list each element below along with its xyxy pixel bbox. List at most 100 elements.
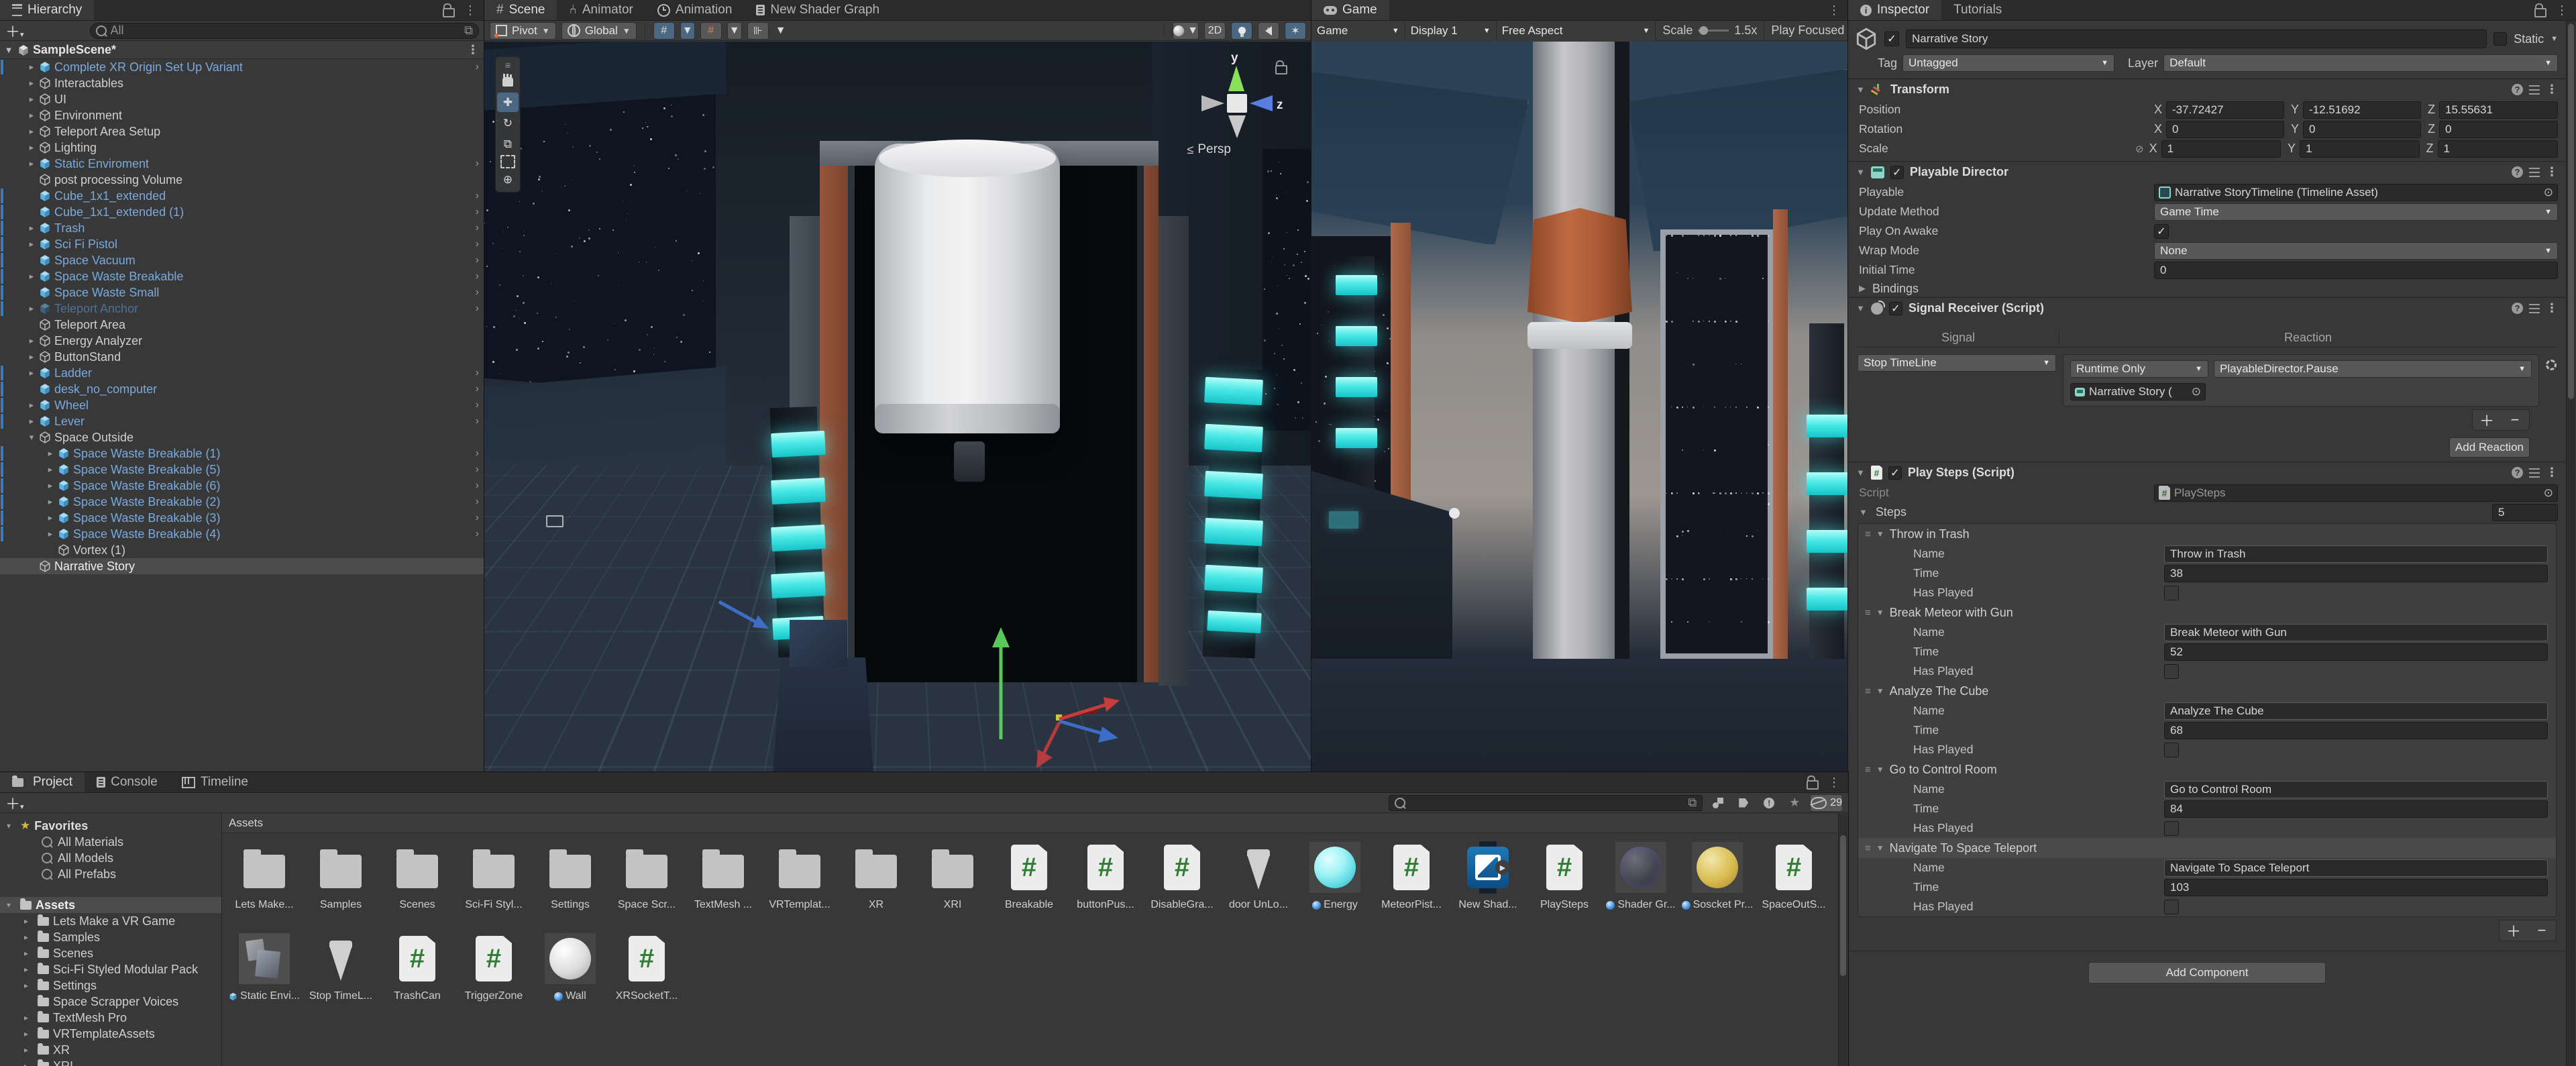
wrap-mode-dropdown[interactable]: None▼ [2154,242,2558,260]
remove-signal-button[interactable]: − [2501,410,2529,430]
prefab-open-chevron[interactable]: › [476,464,479,476]
hierarchy-item[interactable]: ▸ Space Waste Breakable (4) › [0,526,484,542]
asset-tile[interactable]: Settings [532,839,608,911]
signal-dropdown[interactable]: Stop TimeLine▼ [1858,354,2056,372]
hierarchy-item[interactable]: ▸ Interactables [0,75,484,91]
hierarchy-item[interactable]: Space Vacuum › [0,252,484,268]
step-name-field[interactable]: Break Meteor with Gun [2164,624,2548,641]
project-folder[interactable]: ▸XRI [0,1058,221,1066]
asset-tile[interactable]: XR [838,839,914,911]
tab-timeline[interactable]: Timeline [170,772,260,792]
increment-snap-toggle[interactable]: # [700,22,722,40]
prefab-open-chevron[interactable]: › [476,383,479,395]
step-fold-icon[interactable]: ▼ [1876,843,1884,853]
asset-tile[interactable]: #buttonPus... [1067,839,1144,911]
favorites-item[interactable]: All Models [0,850,221,866]
asset-tile[interactable]: Space Scr... [608,839,685,911]
hierarchy-item[interactable]: Narrative Story [0,558,484,574]
step-name-field[interactable]: Go to Control Room [2164,781,2548,798]
gameobject-cube-icon[interactable] [1855,28,1878,50]
kebab-menu-icon[interactable]: ⋮ [464,3,476,17]
inspector-scrollbar[interactable] [2566,21,2575,1066]
hierarchy-item[interactable]: ▸ Complete XR Origin Set Up Variant › [0,59,484,75]
play-steps-enabled-checkbox[interactable]: ✓ [1888,466,1902,480]
active-checkbox[interactable]: ✓ [1884,32,1899,46]
asset-tile[interactable]: Scenes [379,839,455,911]
tab-tutorials[interactable]: Tutorials [1941,0,2014,20]
scale-tool[interactable]: ⧉ [497,134,519,154]
step-time-field[interactable]: 52 [2164,643,2548,661]
prefab-open-chevron[interactable]: › [476,399,479,411]
scene-kebab-icon[interactable]: ⋮ [467,43,479,57]
object-picker-icon[interactable]: ⊙ [2544,186,2553,199]
scene-effects-dropdown[interactable]: ✶ [1285,22,1306,40]
favorites-filter-button[interactable]: ★ [1784,795,1805,811]
search-window-icon[interactable]: ⧉ [464,23,473,38]
hierarchy-item[interactable]: ▸ Space Waste Breakable (1) › [0,445,484,462]
prefab-open-chevron[interactable]: › [476,286,479,299]
asset-tile[interactable]: door UnLo... [1220,839,1297,911]
snap-settings-button[interactable]: ⊪ [747,22,769,40]
step-time-field[interactable]: 68 [2164,722,2548,739]
tab-scene[interactable]: # Scene [484,0,557,20]
drag-handle-icon[interactable]: ≡ [1865,764,1871,776]
project-folder[interactable]: ▸Sci-Fi Styled Modular Pack [0,961,221,977]
hierarchy-item[interactable]: ▸ Trash › [0,220,484,236]
playable-object-field[interactable]: Narrative StoryTimeline (Timeline Asset)… [2154,184,2558,201]
tools-drag-handle[interactable]: ≡ [505,60,511,70]
asset-tile[interactable]: #MeteorPist... [1373,839,1450,911]
presets-icon[interactable] [2529,85,2540,95]
prefab-open-chevron[interactable]: › [476,496,479,508]
hierarchy-item[interactable]: ▸ Static Enviroment › [0,156,484,172]
rotation-y-field[interactable]: 0 [2303,121,2421,138]
prefab-open-chevron[interactable]: › [476,238,479,250]
position-z-field[interactable]: 15.55631 [2439,101,2558,119]
hierarchy-item[interactable]: ▸ Environment [0,107,484,123]
game-view-dropdown[interactable]: Game▼ [1311,21,1405,41]
hierarchy-scene-row[interactable]: ▼ SampleScene* ⋮ [0,42,484,59]
hierarchy-search-input[interactable]: All ⧉ [90,23,479,39]
steps-size-field[interactable]: 5 [2492,504,2558,521]
projection-label[interactable]: ≤Persp [1187,142,1231,157]
lock-icon[interactable] [443,8,455,17]
hierarchy-item[interactable]: ▸ UI [0,91,484,107]
create-asset-button[interactable]: ＋▾ [5,792,24,814]
project-search-input[interactable]: ⧉ [1389,795,1703,811]
position-y-field[interactable]: -12.51692 [2303,101,2421,119]
pivot-dropdown[interactable]: Pivot▼ [490,22,556,40]
project-folder[interactable]: Space Scrapper Voices [0,994,221,1010]
tag-dropdown[interactable]: Untagged▼ [1902,54,2114,72]
drag-handle-icon[interactable]: ≡ [1865,607,1871,619]
presets-icon[interactable] [2529,468,2540,478]
asset-tile[interactable]: VRTemplat... [761,839,838,911]
project-folder[interactable]: ▸VRTemplateAssets [0,1026,221,1042]
asset-tile[interactable]: #DisableGra... [1144,839,1220,911]
position-x-field[interactable]: -37.72427 [2166,101,2284,119]
prefab-open-chevron[interactable]: › [476,61,479,73]
steps-foldout[interactable]: Steps [1876,505,1907,519]
hierarchy-item[interactable]: ▸ ButtonStand [0,349,484,365]
prefab-open-chevron[interactable]: › [476,367,479,379]
hierarchy-item[interactable]: ▸ Space Waste Breakable › [0,268,484,284]
asset-tile[interactable]: Sci-Fi Styl... [455,839,532,911]
prefab-open-chevron[interactable]: › [476,480,479,492]
step-fold-icon[interactable]: ▼ [1876,529,1884,539]
project-lock-icon[interactable] [1807,780,1819,790]
asset-tile[interactable]: Shader Gr... [1603,839,1679,911]
presets-icon[interactable] [2529,168,2540,177]
has-played-checkbox[interactable] [2164,664,2179,679]
presets-icon[interactable] [2529,304,2540,313]
project-scrollbar[interactable] [1838,814,1847,1066]
object-picker-icon[interactable]: ⊙ [2192,385,2201,398]
scale-z-field[interactable]: 1 [2438,140,2558,158]
asset-tile[interactable]: #TrashCan [379,930,455,1002]
transform-header[interactable]: ▼ Transform ?⋮ [1848,78,2566,100]
scale-link-icon[interactable]: ⊘ [2135,143,2144,155]
step-header[interactable]: ≡ ▼ Analyze The Cube [1858,681,2556,701]
hierarchy-item[interactable]: ▸ Teleport Anchor › [0,301,484,317]
step-fold-icon[interactable]: ▼ [1876,765,1884,774]
has-played-checkbox[interactable] [2164,586,2179,600]
playable-director-enabled-checkbox[interactable]: ✓ [1890,166,1904,179]
step-time-field[interactable]: 103 [2164,879,2548,896]
project-folder[interactable]: ▸Settings [0,977,221,994]
